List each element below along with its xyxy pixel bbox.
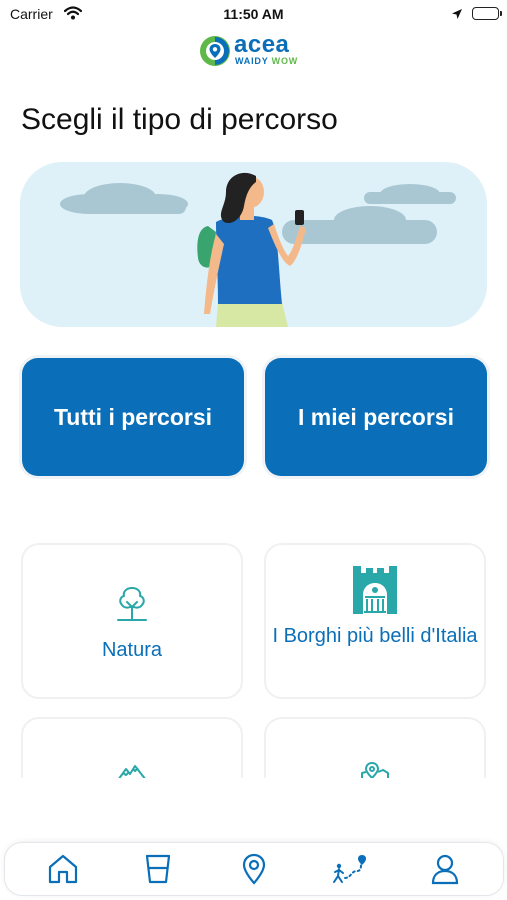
- page-title: Scegli il tipo di percorso: [21, 103, 338, 136]
- location-pin-icon: [242, 853, 266, 885]
- status-bar: Carrier 11:50 AM: [0, 0, 507, 28]
- tree-icon: [23, 585, 241, 623]
- my-routes-button[interactable]: I miei percorsi: [265, 358, 487, 476]
- castle-icon: [266, 565, 484, 615]
- tab-map[interactable]: [224, 847, 284, 891]
- battery-icon: [472, 7, 502, 20]
- tab-profile[interactable]: [415, 847, 475, 891]
- acea-logo: acea WAIDY WOW: [198, 31, 313, 70]
- tab-home[interactable]: [33, 847, 93, 891]
- hero-illustration: [20, 162, 487, 327]
- walking-route-icon: [332, 855, 366, 883]
- category-card-natura[interactable]: Natura: [21, 543, 243, 699]
- category-card-borghi[interactable]: I Borghi più belli d'Italia: [264, 543, 486, 699]
- brand-tagline: WAIDY WOW: [235, 56, 298, 66]
- cloud-icon: [60, 183, 188, 214]
- brand-name: acea: [234, 31, 290, 58]
- category-label: I Borghi più belli d'Italia: [272, 625, 478, 647]
- bottom-tab-bar: [4, 842, 504, 896]
- location-arrow-icon: [451, 7, 463, 25]
- home-icon: [48, 854, 77, 884]
- logo-mark-icon: [200, 36, 230, 66]
- category-label: Natura: [101, 639, 163, 661]
- tagline-part2: WOW: [271, 56, 299, 66]
- scroll-fade: [0, 778, 507, 848]
- tab-routes[interactable]: [320, 847, 380, 891]
- user-icon: [432, 854, 459, 885]
- tagline-part1: WAIDY: [235, 56, 269, 66]
- status-time: 11:50 AM: [223, 6, 284, 22]
- water-glass-icon: [146, 854, 171, 884]
- tab-water[interactable]: [128, 847, 188, 891]
- all-routes-button[interactable]: Tutti i percorsi: [22, 358, 244, 476]
